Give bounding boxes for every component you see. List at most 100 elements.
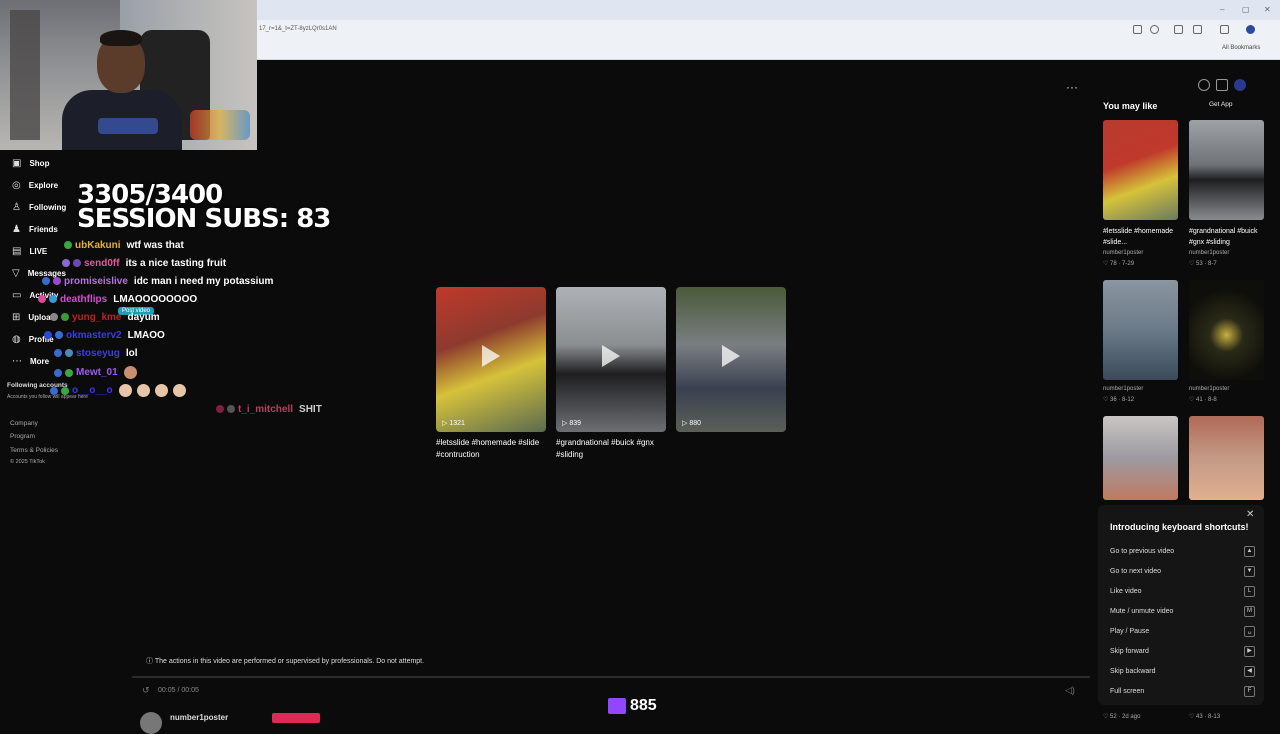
view-count: ▷ 839 xyxy=(562,420,582,427)
address-bar[interactable] xyxy=(257,20,1280,42)
get-app-tooltip: Get App xyxy=(1209,101,1233,108)
shortcut-row: Like video L xyxy=(1110,586,1255,597)
video-time: 00:05 / 00:05 xyxy=(158,687,199,694)
replay-icon[interactable]: ↺ xyxy=(142,685,150,696)
chat-username: t_i_mitchell xyxy=(238,404,294,415)
shortcut-row: Skip backward ◀ xyxy=(1110,666,1255,677)
recommended-meta: ♡ 53 · 8-7 xyxy=(1189,261,1217,267)
chat-text: LMAOOOOOOOO xyxy=(113,294,198,305)
safety-notice-text: The actions in this video are performed … xyxy=(154,658,425,665)
recommended-author[interactable]: number1poster xyxy=(1103,250,1143,256)
compass-icon[interactable] xyxy=(1198,79,1210,91)
recommended-thumbnail[interactable] xyxy=(1189,416,1264,500)
more-options-icon[interactable]: ··· xyxy=(1066,80,1078,94)
footer-terms[interactable]: Terms & Policies xyxy=(10,447,58,454)
recommended-thumbnail[interactable] xyxy=(1103,280,1178,380)
chat-text: lol xyxy=(125,348,138,359)
chat-username: deathflips xyxy=(60,294,108,305)
recommended-meta: ♡ 41 · 8-8 xyxy=(1189,397,1217,403)
chat-message: yung_kme dayum xyxy=(50,312,160,328)
shortcut-label: Go to next video xyxy=(1110,568,1161,575)
recommended-author[interactable]: number1poster xyxy=(1189,250,1229,256)
profile-avatar-icon[interactable] xyxy=(1246,25,1255,34)
cam-person-hair xyxy=(100,30,142,46)
audio-icon[interactable] xyxy=(1174,25,1183,34)
recommended-thumbnail[interactable] xyxy=(1103,416,1178,500)
sidebar-item-friends[interactable]: ♟ Friends xyxy=(12,219,58,237)
view-count-value: 880 xyxy=(689,420,702,427)
chat-badge-icon xyxy=(38,295,46,304)
sidebar-item-shop[interactable]: ▣ Shop xyxy=(12,153,49,171)
video-caption[interactable]: #grandnational #buick #gnx #sliding xyxy=(556,437,668,461)
play-icon xyxy=(482,345,500,367)
chat-message: promiseislive idc man i need my potassium xyxy=(42,276,273,292)
recommended-meta: ♡ 43 · 8-13 xyxy=(1189,714,1221,720)
shop-icon: ▣ xyxy=(12,158,22,169)
you-may-like-title: You may like xyxy=(1103,101,1158,111)
minimize-button[interactable]: – xyxy=(1220,5,1224,14)
cast-icon[interactable] xyxy=(1133,25,1142,34)
sidebar-item-live[interactable]: ▤ LIVE xyxy=(12,241,47,259)
m-key-icon: M xyxy=(1244,606,1255,617)
play-icon xyxy=(602,345,620,367)
face-emote-icon xyxy=(118,384,132,397)
video-thumbnail[interactable]: ▷ 1321 xyxy=(436,287,546,432)
recommended-thumbnail[interactable] xyxy=(1189,280,1264,380)
recommended-author[interactable]: number1poster xyxy=(1189,386,1229,392)
chat-badge-icon xyxy=(54,349,62,358)
chat-message: okmasterv2 LMAOO xyxy=(44,330,165,346)
author-avatar[interactable] xyxy=(140,712,162,734)
recommended-thumbnail[interactable] xyxy=(1189,120,1264,220)
author-name[interactable]: number1poster xyxy=(170,713,228,722)
extensions-icon[interactable] xyxy=(1193,25,1202,34)
sidebar-item-label: More xyxy=(30,357,50,366)
video-thumbnail[interactable]: ▷ 839 xyxy=(556,287,666,432)
sidebar-item-explore[interactable]: ◎ Explore xyxy=(12,175,58,193)
recommended-thumbnail[interactable] xyxy=(1103,120,1178,220)
following-icon: ♙ xyxy=(12,202,21,213)
video-thumbnail[interactable]: ▷ 880 xyxy=(676,287,786,432)
close-icon[interactable]: ✕ xyxy=(1246,509,1254,520)
messages-icon: ▽ xyxy=(12,268,20,279)
friends-icon: ♟ xyxy=(12,224,21,235)
chat-badge-icon xyxy=(53,277,61,286)
video-progress-bar[interactable] xyxy=(132,676,1090,678)
shortcut-row: Mute / unmute video M xyxy=(1110,606,1255,617)
user-avatar-icon[interactable] xyxy=(1234,79,1246,91)
footer-company[interactable]: Company xyxy=(10,420,38,427)
sidebar-item-following[interactable]: ♙ Following xyxy=(12,197,66,215)
shortcut-label: Skip backward xyxy=(1110,668,1156,675)
chat-badge-icon xyxy=(54,368,62,377)
video-caption[interactable]: #letsslide #homemade #slide #contruction xyxy=(436,437,548,461)
chat-username: send0ff xyxy=(84,258,120,269)
chat-text: idc man i need my potassium xyxy=(133,276,274,287)
chat-message: deathflips LMAOOOOOOOO xyxy=(38,294,197,310)
view-count-value: 1321 xyxy=(449,420,465,427)
all-bookmarks[interactable]: All Bookmarks xyxy=(1222,45,1260,51)
recommended-caption[interactable]: #grandnational #buick #gnx #sliding xyxy=(1189,226,1269,248)
volume-icon[interactable]: ◁) xyxy=(1065,685,1075,696)
chat-badge-icon xyxy=(64,241,72,250)
sub-counter: 3305/3400 SESSION SUBS: 83 xyxy=(77,182,331,232)
url-text[interactable]: 17_r=1&_t=ZT-8yzLQr0s1AN xyxy=(259,26,337,32)
shortcut-row: Skip forward ▶ xyxy=(1110,646,1255,657)
chat-badge-icon xyxy=(44,331,52,340)
follow-button[interactable] xyxy=(272,713,320,723)
sidebar-item-more[interactable]: ⋯ More xyxy=(12,351,49,369)
chat-message: Mewt_01 xyxy=(54,366,142,382)
recommended-author[interactable]: number1poster xyxy=(1103,386,1143,392)
sidebar-item-label: Following xyxy=(28,203,67,212)
chat-message: ubKakuni wtf was that xyxy=(64,240,184,256)
face-emote-icon xyxy=(136,384,150,397)
close-window-button[interactable]: ✕ xyxy=(1264,5,1271,14)
recommended-caption[interactable]: #letsslide #homemade #slide... xyxy=(1103,226,1183,248)
maximize-button[interactable]: ▢ xyxy=(1242,5,1250,14)
face-emote-icon xyxy=(154,384,168,397)
sidepanel-icon[interactable] xyxy=(1220,25,1229,34)
get-app-icon[interactable] xyxy=(1216,79,1228,91)
footer-program[interactable]: Program xyxy=(10,433,35,440)
chat-text: its a nice tasting fruit xyxy=(125,258,227,269)
star-icon[interactable] xyxy=(1150,25,1159,34)
arrow-down-key-icon: ▼ xyxy=(1244,566,1255,577)
play-icon xyxy=(722,345,740,367)
